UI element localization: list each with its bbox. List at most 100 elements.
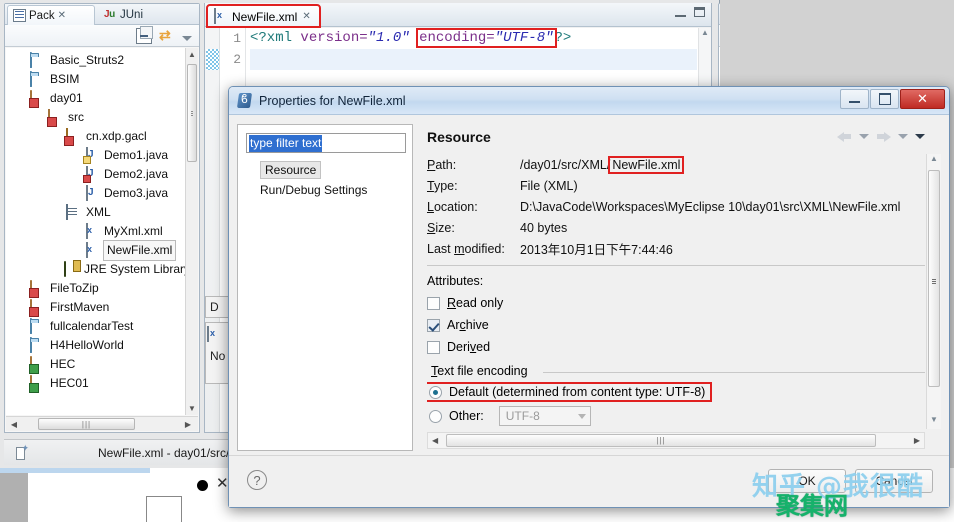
scroll-right-icon[interactable]: ▶ [914,436,920,445]
tree-item-firstmaven[interactable]: FirstMaven [6,298,185,317]
page-scroll-thumb[interactable] [928,170,940,387]
link-with-editor-icon[interactable]: ⇄ [159,28,175,44]
tree-item-xml-folder[interactable]: XML [6,203,185,222]
window-controls: ✕ [840,89,945,109]
radio-default-encoding-row[interactable]: Default (determined from content type: U… [427,380,925,404]
tab-newfile-xml[interactable]: NewFile.xml ✕ [207,5,320,27]
field-size: Size: 40 bytes [427,217,925,238]
checkbox-read-only[interactable]: Read only [427,292,925,314]
close-button[interactable]: ✕ [900,89,945,109]
tree-item-label: MyXml.xml [104,222,163,241]
other-encoding-combo[interactable]: UTF-8 [499,406,591,426]
tree-item-demo2-java[interactable]: Demo2.java [6,165,185,184]
status-bar-text: NewFile.xml - day01/src/X [98,446,237,460]
tree-item-basic-struts2[interactable]: Basic_Struts2 [6,51,185,70]
scroll-up-icon[interactable]: ▲ [927,154,941,168]
xml-file-icon [207,327,220,341]
minimize-editor-icon[interactable] [675,8,686,17]
package-explorer-toolbar: ⇄ [5,25,199,47]
help-button[interactable]: ? [247,470,267,490]
forward-dropdown-icon[interactable] [898,134,908,139]
view-menu-icon[interactable] [182,36,192,41]
forward-arrow-icon[interactable] [876,130,891,143]
scroll-up-icon[interactable]: ▲ [186,48,198,61]
tree-item-h4helloworld[interactable]: H4HelloWorld [6,336,185,355]
tree-item-hec01[interactable]: HEC01 [6,374,185,393]
page-tree[interactable]: Resource Run/Debug Settings [248,161,408,200]
scroll-left-icon[interactable]: ◀ [6,420,22,429]
tree-vertical-scrollbar[interactable]: ▲ ▼ [185,48,198,415]
default-encoding-label: Default (determined from content type: U… [449,385,705,399]
scroll-up-icon[interactable]: ▲ [699,28,711,42]
scroll-right-icon[interactable]: ▶ [180,420,196,429]
scroll-down-icon[interactable]: ▼ [186,402,198,415]
default-encoding-highlight: Default (determined from content type: U… [427,384,710,400]
tree-item-filetozip[interactable]: FileToZip [6,279,185,298]
restore-button[interactable] [870,89,899,109]
dialog-titlebar[interactable]: Properties for NewFile.xml ✕ [229,87,949,115]
checkbox-derived[interactable]: Derived [427,336,925,358]
derived-checkbox[interactable] [427,341,440,354]
scroll-left-icon[interactable]: ◀ [432,436,438,445]
back-dropdown-icon[interactable] [859,134,869,139]
back-arrow-icon[interactable] [837,130,852,143]
scroll-down-icon[interactable]: ▼ [927,415,941,429]
other-encoding-radio[interactable] [429,410,442,423]
checkbox-archive[interactable]: Archive [427,314,925,336]
line-number: 1 [220,28,241,49]
page-vertical-scrollbar[interactable]: ▲ ▼ [926,154,941,429]
tree-item-label: day01 [50,89,83,108]
derived-label: Derived [447,340,490,354]
radio-other-encoding-row[interactable]: Other: UTF-8 [427,404,925,428]
tree-item-myxml-xml[interactable]: MyXml.xml [6,222,185,241]
archive-checkbox[interactable] [427,319,440,332]
page-item-run-debug-settings[interactable]: Run/Debug Settings [248,181,408,200]
ok-button[interactable]: OK [768,469,846,493]
java-file-icon [84,186,100,201]
field-path-value-text: /day01/src/XML/ [520,158,610,172]
page-hscroll-thumb[interactable]: ||| [446,434,876,447]
path-filename-highlight: NewFile.xml [610,158,682,172]
minimize-button[interactable] [840,89,869,109]
tree-item-label: src [68,108,84,127]
ghost-panel-debug: D [205,296,229,318]
project-tree[interactable]: Basic_Struts2 BSIM day01 src cn.xdp.gacl [6,48,185,415]
tree-item-demo1-java[interactable]: Demo1.java [6,146,185,165]
other-encoding-value: UTF-8 [506,409,540,423]
page-horizontal-scrollbar[interactable]: ◀ ||| ▶ [427,432,925,449]
read-only-checkbox[interactable] [427,297,440,310]
tree-item-fullcalendartest[interactable]: fullcalendarTest [6,317,185,336]
field-path-value: /day01/src/XML/NewFile.xml [520,158,682,172]
tree-item-hec[interactable]: HEC [6,355,185,374]
chevron-down-icon[interactable] [578,414,586,419]
tree-item-cn-xdp-gacl[interactable]: cn.xdp.gacl [6,127,185,146]
background-left-panel [0,468,28,522]
dialog-footer: ? OK Cancel [229,455,949,507]
dialog-body: type filter text Resource Run/Debug Sett… [229,115,949,507]
filter-input[interactable]: type filter text [246,133,406,153]
maximize-editor-icon[interactable] [694,7,705,17]
tree-item-newfile-xml[interactable]: NewFile.xml [6,241,185,260]
default-encoding-radio[interactable] [429,386,442,399]
page-item-resource[interactable]: Resource [260,161,321,179]
folder-icon [30,72,46,87]
tree-item-bsim[interactable]: BSIM [6,70,185,89]
hscroll-thumb[interactable]: ||| [38,418,135,430]
tree-item-day01[interactable]: day01 [6,89,185,108]
attributes-title: Attributes: [427,274,925,288]
tree-item-jre-system-library[interactable]: JRE System Library [6,260,185,279]
tree-item-src[interactable]: src [6,108,185,127]
scroll-thumb[interactable] [187,64,197,162]
tree-item-label: cn.xdp.gacl [86,127,147,146]
tree-item-demo3-java[interactable]: Demo3.java [6,184,185,203]
collapse-all-icon[interactable] [136,28,152,44]
close-icon[interactable]: ✕ [58,10,66,21]
tree-item-label: FirstMaven [50,298,109,317]
field-type-value: File (XML) [520,179,578,193]
cancel-button[interactable]: Cancel [855,469,933,493]
tab-package-explorer[interactable]: Pack ✕ [7,5,95,25]
tab-junit[interactable]: Ju JUni [99,5,149,25]
page-menu-icon[interactable] [915,134,925,139]
close-icon[interactable]: ✕ [302,11,310,22]
tree-horizontal-scrollbar[interactable]: ◀ ||| ▶ [6,416,198,431]
